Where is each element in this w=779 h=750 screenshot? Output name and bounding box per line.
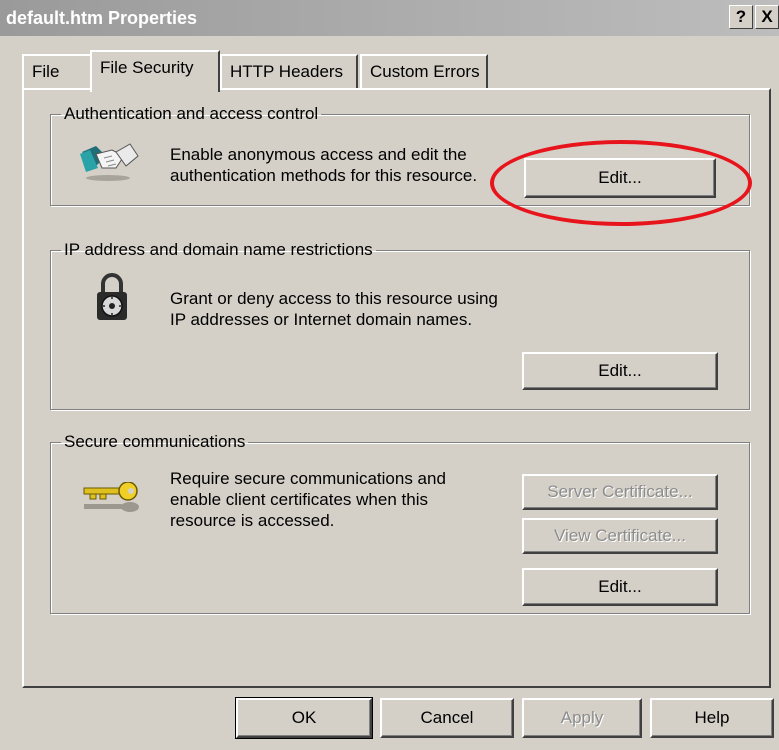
apply-button[interactable]: Apply (522, 698, 642, 738)
server-certificate-button[interactable]: Server Certificate... (522, 474, 718, 510)
tab-panel: Authentication and access control Enable… (22, 88, 771, 688)
view-certificate-button[interactable]: View Certificate... (522, 518, 718, 554)
ip-line-2: IP addresses or Internet domain names. (170, 310, 473, 329)
window-title: default.htm Properties (6, 8, 198, 28)
secure-edit-button[interactable]: Edit... (522, 568, 718, 606)
padlock-icon (97, 273, 127, 320)
auth-description: Enable anonymous access and edit the aut… (170, 144, 477, 186)
secure-group-legend: Secure communications (64, 432, 246, 451)
handshake-icon (80, 143, 139, 181)
close-title-button[interactable]: X (755, 5, 779, 29)
ok-button[interactable]: OK (235, 697, 373, 739)
auth-line-1: Enable anonymous access and edit the (170, 145, 467, 164)
auth-edit-button[interactable]: Edit... (524, 158, 716, 198)
secure-line-3: resource is accessed. (170, 511, 335, 530)
tab-file[interactable]: File (22, 54, 92, 88)
secure-line-1: Require secure communications and (170, 469, 446, 488)
secure-line-2: enable client certificates when this (170, 490, 428, 509)
tab-file-security[interactable]: File Security (90, 50, 220, 92)
cancel-button[interactable]: Cancel (380, 698, 514, 738)
help-button[interactable]: Help (650, 698, 774, 738)
secure-description: Require secure communications and enable… (170, 468, 446, 531)
ip-line-1: Grant or deny access to this resource us… (170, 289, 498, 308)
auth-line-2: authentication methods for this resource… (170, 166, 478, 185)
key-icon (83, 482, 139, 512)
ip-edit-button[interactable]: Edit... (522, 352, 718, 390)
ip-description: Grant or deny access to this resource us… (170, 288, 498, 330)
tab-http-headers[interactable]: HTTP Headers (220, 54, 358, 88)
ip-group-legend: IP address and domain name restrictions (64, 240, 373, 259)
auth-group-legend: Authentication and access control (64, 104, 319, 123)
tab-custom-errors[interactable]: Custom Errors (360, 54, 488, 88)
title-bar: default.htm Properties ? X (0, 0, 779, 36)
help-title-button[interactable]: ? (729, 5, 753, 29)
